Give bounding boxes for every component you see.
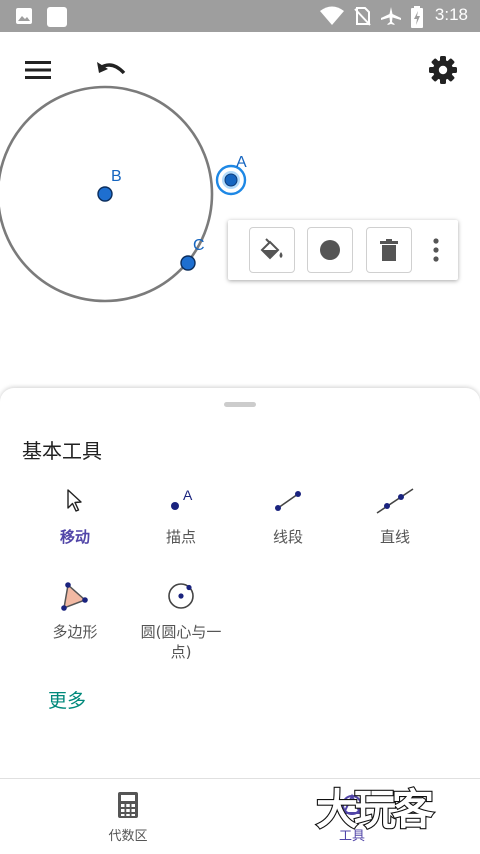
nav-algebra-label: 代数区 xyxy=(108,829,148,844)
clock: 3:18 xyxy=(434,5,468,24)
tool-line-label: 直线 xyxy=(379,528,410,546)
segment-icon xyxy=(275,491,301,511)
tool-move-label: 移动 xyxy=(59,528,90,546)
more-options-button[interactable] xyxy=(426,234,446,266)
tool-circle[interactable]: 圆(圆心与一点) xyxy=(131,576,231,662)
tool-point[interactable]: A 描点 xyxy=(131,481,231,547)
point-style-button[interactable] xyxy=(307,227,353,273)
panel-drag-handle[interactable] xyxy=(224,402,256,407)
tool-line[interactable]: 直线 xyxy=(345,481,445,547)
style-bar xyxy=(228,220,458,280)
more-tools-button[interactable]: 更多 xyxy=(48,686,86,713)
point-a-label: A xyxy=(236,154,247,171)
filled-circle-icon xyxy=(320,240,340,260)
watermark-logo: 大玩客 xyxy=(315,784,439,832)
point-a[interactable]: A xyxy=(215,154,247,196)
tool-segment-label: 线段 xyxy=(272,528,303,546)
battery-icon xyxy=(411,6,423,28)
airplane-mode-icon xyxy=(381,7,401,25)
graphics-canvas[interactable]: A B C xyxy=(0,32,480,392)
panel-title: 基本工具 xyxy=(22,439,102,463)
calculator-icon xyxy=(118,792,138,818)
polygon-icon xyxy=(61,582,88,611)
move-icon xyxy=(67,489,82,512)
app-notification-icon xyxy=(47,7,67,27)
point-c[interactable]: C xyxy=(180,237,205,271)
svg-text:大玩客: 大玩客 xyxy=(316,785,434,832)
circle-center-point-icon xyxy=(168,583,194,609)
delete-button[interactable] xyxy=(366,227,412,273)
tool-point-label: 描点 xyxy=(165,528,196,546)
paint-bucket-icon xyxy=(260,238,283,260)
wifi-icon xyxy=(320,6,344,25)
trash-icon xyxy=(380,239,398,261)
point-icon: A xyxy=(171,487,193,510)
status-bar: 3:18 xyxy=(0,0,480,32)
tool-circle-label: 圆(圆心与一点) xyxy=(140,623,222,661)
line-icon xyxy=(376,488,414,514)
no-sim-icon xyxy=(354,7,371,26)
tools-panel: 基本工具 移动 A 描点 线段 直线 多边形 圆(圆心与一点) 更多 xyxy=(0,388,480,778)
tool-polygon-label: 多边形 xyxy=(52,623,98,641)
nav-algebra[interactable]: 代数区 xyxy=(68,791,188,844)
tool-polygon[interactable]: 多边形 xyxy=(25,576,125,642)
fill-color-button[interactable] xyxy=(249,227,295,273)
tool-segment[interactable]: 线段 xyxy=(238,481,338,547)
point-b-label: B xyxy=(111,168,122,185)
point-c-label: C xyxy=(193,237,205,254)
vertical-dots-icon xyxy=(433,238,439,262)
image-notification-icon xyxy=(16,8,32,24)
svg-text:A: A xyxy=(183,487,193,503)
tool-move[interactable]: 移动 xyxy=(25,481,125,547)
point-b[interactable]: B xyxy=(97,168,122,202)
